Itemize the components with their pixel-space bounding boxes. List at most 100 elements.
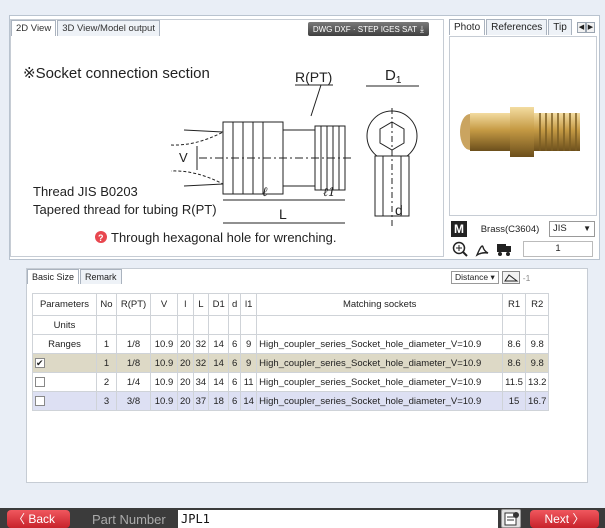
table-cell: 6: [228, 353, 242, 373]
tab-photo[interactable]: Photo: [449, 19, 486, 35]
tab-scroll: ◀ ▶: [577, 22, 595, 33]
standard-select[interactable]: JIS ▼: [549, 221, 595, 237]
table-cell: 14: [208, 353, 230, 373]
download-icon: ⤓: [420, 24, 424, 34]
units-cell: [524, 315, 550, 335]
units-cell: [116, 315, 151, 335]
table-cell: 6: [228, 334, 242, 354]
chart-icon[interactable]: [501, 271, 520, 284]
units-cell: [150, 315, 178, 335]
distance-control: Distance ▾ -1: [451, 271, 530, 284]
cad-download-button[interactable]: DWG DXF · STEP IGES SAT ⤓: [307, 22, 429, 36]
table-row[interactable]: ✔ 1 1/8 10.9 20 32 14 6 9 High_coupler_s…: [32, 353, 550, 373]
table-cell: 9.8: [524, 353, 550, 373]
row-checkbox[interactable]: [35, 395, 45, 406]
technical-drawing: ※Socket connection section R(PT) D1 V d …: [23, 65, 419, 245]
col-header-d1: D1: [208, 293, 230, 316]
units-cell: [96, 315, 117, 335]
material-row: M Brass(C3604) JIS ▼: [451, 220, 597, 238]
table-row[interactable]: 3 3/8 10.9 20 37 18 6 14 High_coupler_se…: [32, 391, 550, 411]
col-header-no: No: [96, 293, 117, 316]
table-cell: 1/4: [116, 372, 151, 392]
units-row: Units: [32, 315, 550, 335]
tab-basic-size[interactable]: Basic Size: [27, 269, 80, 284]
standard-value: JIS: [553, 223, 567, 234]
tab-references[interactable]: References: [486, 19, 548, 35]
table-cell: 6: [228, 372, 242, 392]
table-cell: 20: [177, 391, 194, 411]
table-cell: 32: [192, 334, 210, 354]
table-cell: 13.2: [524, 372, 550, 392]
units-cell: [177, 315, 194, 335]
photo-thread-lines: [539, 113, 577, 151]
label-d1-sub: 1: [396, 75, 402, 86]
rpt-leader-drop: [310, 84, 322, 117]
pdf-icon[interactable]: [473, 240, 491, 258]
tab-3d-view[interactable]: 3D View/Model output: [57, 20, 160, 36]
table-cell: 9.8: [524, 334, 550, 354]
col-header-r1: R1: [502, 293, 526, 316]
section-title: ※Socket connection section: [23, 65, 210, 82]
col-header-rpt: R(PT): [116, 293, 151, 316]
label-L: L: [279, 206, 287, 222]
label-d: d: [395, 202, 403, 218]
table-cell: 8.6: [502, 353, 526, 373]
col-header-L: L: [192, 293, 210, 316]
table-cell: 9: [240, 353, 258, 373]
units-cell: [502, 315, 526, 335]
col-header-d: d: [228, 293, 242, 316]
add-to-list-icon[interactable]: [501, 509, 521, 528]
table-cell: 18: [208, 391, 230, 411]
tab-scroll-left-icon[interactable]: ◀: [577, 22, 586, 33]
table-cell: 34: [192, 372, 210, 392]
tab-2d-view[interactable]: 2D View: [11, 20, 57, 36]
delivery-icon[interactable]: [495, 240, 513, 258]
col-header-l: l: [177, 293, 194, 316]
row-checkbox[interactable]: [35, 376, 45, 387]
row-checkbox[interactable]: ✔: [35, 357, 45, 368]
table-cell: 8.6: [502, 334, 526, 354]
thread-standard: Thread JIS B0203: [33, 184, 138, 199]
part-number-field[interactable]: JPL1: [178, 510, 498, 528]
spec-table: Parameters No R(PT) V l L D1 d l1 Matchi…: [32, 293, 550, 411]
tab-tip[interactable]: Tip: [548, 19, 572, 35]
tab-remark[interactable]: Remark: [80, 269, 122, 284]
table-cell: 20: [177, 334, 194, 354]
table-cell: 20: [177, 353, 194, 373]
units-cell: [240, 315, 258, 335]
table-cell: 1: [96, 353, 117, 373]
quantity-field[interactable]: 1: [523, 241, 593, 257]
photo-tabbar: Photo References Tip: [449, 19, 573, 36]
tab-scroll-right-icon[interactable]: ▶: [586, 22, 595, 33]
row-checkbox-cell: ✔: [32, 353, 97, 373]
table-cell: High_coupler_series_Socket_hole_diameter…: [256, 372, 504, 392]
table-cell: 10.9: [150, 372, 178, 392]
material-name: Brass(C3604): [480, 223, 540, 235]
table-row[interactable]: 2 1/4 10.9 20 34 14 6 11 High_coupler_se…: [32, 372, 550, 392]
table-cell: 37: [192, 391, 210, 411]
photo-thread: [534, 113, 580, 151]
table-cell: 10.9: [150, 391, 178, 411]
table-cell: 10.9: [150, 334, 178, 354]
label-rpt: R(PT): [295, 69, 332, 85]
next-label: Next: [544, 512, 570, 526]
right-panel: Photo References Tip ◀ ▶ M Brass(C3604) …: [449, 19, 597, 257]
part-number-label: Part Number: [92, 512, 166, 527]
table-cell: 3/8: [116, 391, 151, 411]
back-label: Back: [28, 512, 56, 526]
table-cell: 1/8: [116, 353, 151, 373]
spec-table-panel: Basic Size Remark Distance ▾ -1 Paramete…: [26, 268, 588, 483]
table-cell: 14: [208, 334, 230, 354]
units-label: Units: [32, 315, 97, 335]
back-button[interactable]: 〈 Back: [7, 510, 70, 528]
units-cell: [192, 315, 210, 335]
table-tabbar: Basic Size Remark: [27, 269, 123, 284]
material-icon: M: [451, 221, 467, 237]
col-header-r2: R2: [524, 293, 550, 316]
distance-select[interactable]: Distance ▾: [451, 271, 499, 284]
tools-row: 1: [451, 240, 593, 258]
zoom-icon[interactable]: [451, 240, 469, 258]
table-cell: 2: [96, 372, 117, 392]
next-button[interactable]: Next 〉: [530, 510, 599, 528]
table-cell: 15: [502, 391, 526, 411]
